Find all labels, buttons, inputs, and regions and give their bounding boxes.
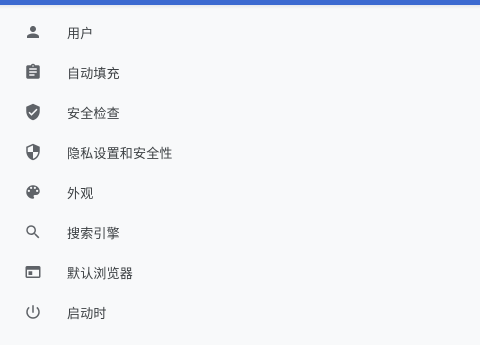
menu-item-search-engine[interactable]: 搜索引擎 — [0, 212, 480, 252]
menu-item-label: 启动时 — [67, 306, 107, 322]
clipboard-icon — [24, 63, 42, 81]
menu-item-label: 安全检查 — [67, 106, 120, 122]
shield-check-icon — [24, 103, 42, 121]
palette-icon — [24, 183, 42, 201]
menu-item-autofill[interactable]: 自动填充 — [0, 52, 480, 92]
menu-item-label: 隐私设置和安全性 — [67, 146, 173, 162]
privacy-shield-icon — [24, 143, 42, 161]
menu-item-label: 自动填充 — [67, 66, 120, 82]
menu-item-privacy-security[interactable]: 隐私设置和安全性 — [0, 132, 480, 172]
menu-item-label: 默认浏览器 — [67, 266, 134, 282]
power-icon — [24, 303, 42, 321]
menu-item-appearance[interactable]: 外观 — [0, 172, 480, 212]
top-bar-shadow — [0, 5, 480, 9]
search-icon — [24, 223, 42, 241]
menu-item-on-startup[interactable]: 启动时 — [0, 292, 480, 332]
menu-item-safety-check[interactable]: 安全检查 — [0, 92, 480, 132]
settings-menu: 用户 自动填充 安全检查 隐私设置和安全性 外观 搜索引擎 默认浏览器 启动时 — [0, 12, 480, 332]
menu-item-default-browser[interactable]: 默认浏览器 — [0, 252, 480, 292]
menu-item-label: 外观 — [67, 186, 94, 202]
person-icon — [24, 23, 42, 41]
menu-item-label: 用户 — [67, 26, 94, 42]
browser-window-icon — [24, 263, 42, 281]
menu-item-label: 搜索引擎 — [67, 226, 120, 242]
menu-item-people[interactable]: 用户 — [0, 12, 480, 52]
